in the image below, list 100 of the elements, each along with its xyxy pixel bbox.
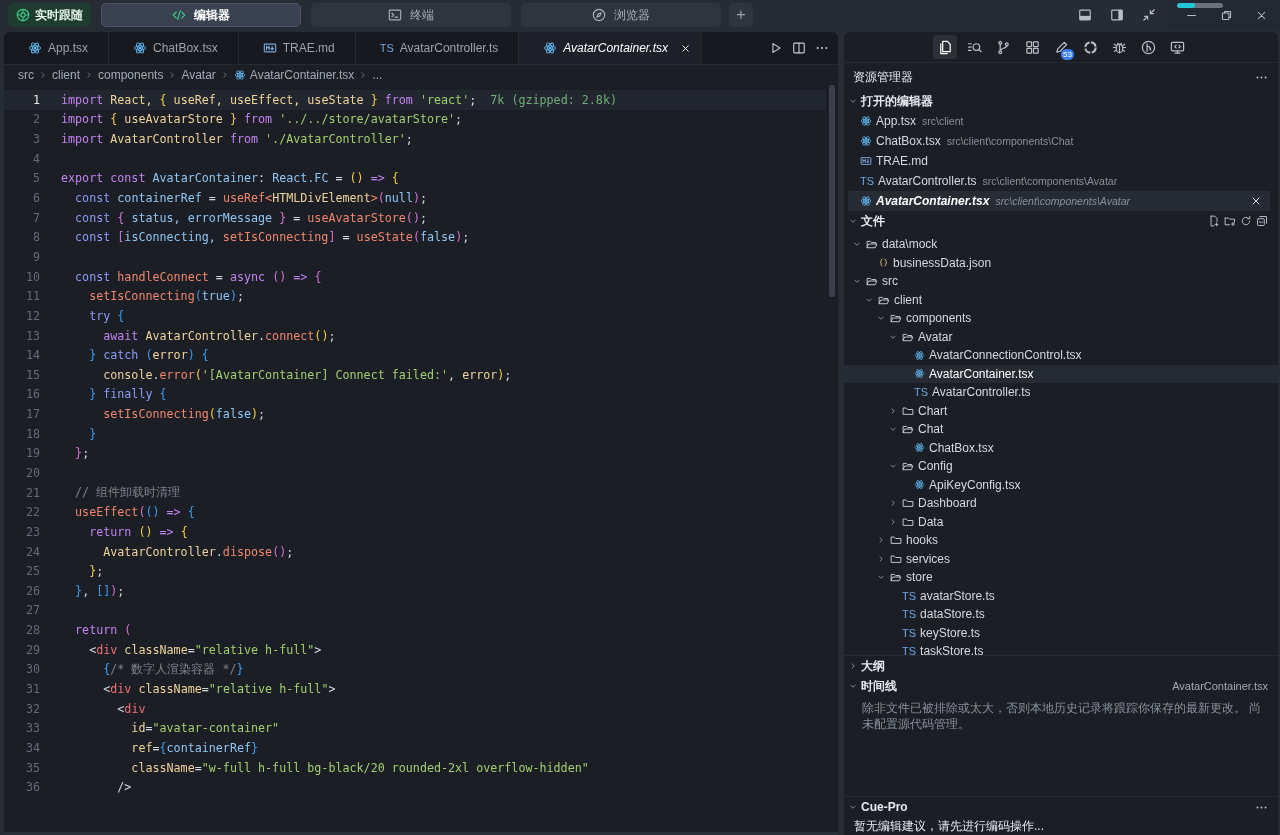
mode-tab[interactable]: 浏览器 (521, 3, 721, 27)
file-type-tag: TS (902, 589, 917, 602)
open-editor-item[interactable]: TS AvatarController.ts src\client\components\Avatar (848, 171, 1270, 191)
panel-right-icon[interactable] (1110, 8, 1124, 22)
tree-item[interactable]: data\mock (844, 235, 1278, 254)
editor-tab[interactable]: ChatBox.tsx (109, 32, 239, 64)
breadcrumb-item[interactable]: ... (372, 68, 383, 82)
tree-item[interactable]: TS avatarStore.ts (844, 586, 1278, 605)
tree-item[interactable]: AvatarConnectionControl.tsx (844, 346, 1278, 365)
panel-bottom-icon[interactable] (1078, 8, 1092, 22)
line-number: 24 (24, 544, 40, 559)
line-number: 26 (24, 583, 40, 598)
tree-item[interactable]: businessData.json (844, 253, 1278, 272)
breadcrumb-item[interactable]: client (52, 68, 80, 82)
open-editor-item[interactable]: TRAE.md (848, 151, 1270, 171)
section-header[interactable]: 打开的编辑器 (848, 92, 1268, 110)
tree-item[interactable]: AvatarContainer.tsx (844, 364, 1278, 383)
code-line: }; (74, 446, 90, 461)
line-number: 2 (31, 112, 40, 127)
line-number: 13 (24, 328, 40, 343)
breadcrumb-item[interactable]: components (98, 68, 164, 82)
tree-item[interactable]: TS AvatarController.ts (844, 383, 1278, 402)
tree-item[interactable]: Dashboard (844, 494, 1278, 513)
line-number: 20 (24, 466, 40, 480)
editor-tab[interactable]: TRAE.md (238, 32, 356, 64)
editor-tab[interactable]: App.tsx (4, 32, 110, 64)
code-line: const containerRef = useRef<HTMLDivElement>(null); (74, 191, 427, 205)
folder-icon (866, 238, 878, 251)
file-type-tag: TS (860, 175, 875, 187)
code-line: } (88, 426, 97, 441)
section-header[interactable]: 时间线 (848, 677, 1173, 695)
mode-tab[interactable]: 终端 (311, 3, 511, 27)
open-editor-item[interactable]: AvatarContainer.tsx src\client\components\Avatar (848, 191, 1270, 211)
tree-item[interactable]: Chat (844, 420, 1278, 439)
split-editor-icon[interactable] (792, 41, 806, 55)
tree-item[interactable]: services (844, 549, 1278, 568)
close-icon[interactable] (680, 42, 692, 54)
mode-tab[interactable]: 编辑器 (101, 3, 301, 27)
restore-icon[interactable] (1220, 8, 1233, 22)
folder-icon (890, 571, 902, 584)
code-line: // 组件卸载时清理 (74, 485, 181, 501)
line-number: 12 (24, 308, 40, 323)
markdown-icon (262, 41, 277, 55)
collapse-icon[interactable] (1142, 8, 1156, 22)
tree-item[interactable]: ChatBox.tsx (844, 438, 1278, 457)
tree-item[interactable]: TS dataStore.ts (844, 605, 1278, 624)
tree-item[interactable]: ApiKeyConfig.tsx (844, 475, 1278, 494)
line-number: 15 (24, 367, 40, 382)
tree-item[interactable]: TS taskStore.ts (844, 642, 1278, 655)
file-path: src\client (922, 115, 964, 127)
file-path: src\client\components\Avatar (982, 175, 1118, 187)
breadcrumb-item[interactable]: src (18, 68, 34, 82)
react-icon (914, 349, 925, 361)
tree-item[interactable]: client (844, 290, 1278, 309)
section-header[interactable]: 大纲 (848, 657, 1268, 675)
file-name: TRAE.md (876, 154, 928, 168)
scrollbar[interactable] (829, 85, 835, 297)
code-line: import { useAvatarStore } from '../../store/avatarStore'; (61, 112, 463, 127)
tree-item[interactable]: Config (844, 457, 1278, 476)
activity-tab[interactable]: 53 (1049, 35, 1073, 59)
close-icon[interactable] (1250, 195, 1262, 207)
tree-item[interactable]: components (844, 309, 1278, 328)
line-number: 14 (24, 348, 40, 363)
section-header[interactable]: 文件 (848, 212, 1208, 230)
line-number: 17 (24, 407, 40, 422)
code-line: try { (88, 308, 125, 323)
code-line: useEffect(() => { (74, 505, 195, 520)
code-line: import React, { useRef, useEffect, useState } from 'react'; 7k (gzipped: 2.8k) (61, 92, 617, 107)
count-badge: 53 (1061, 49, 1074, 60)
tree-item[interactable]: Chart (844, 401, 1278, 420)
tree-item[interactable]: TS keyStore.ts (844, 623, 1278, 642)
tree-item[interactable]: store (844, 568, 1278, 587)
run-icon[interactable] (769, 41, 783, 55)
code-line: <div className="relative h-full"> (102, 682, 336, 697)
line-number: 34 (24, 740, 40, 755)
open-editor-item[interactable]: ChatBox.tsx src\client\components\Chat (848, 131, 1270, 151)
new-folder-icon[interactable] (1224, 215, 1236, 227)
line-number: 3 (31, 132, 40, 147)
section-header[interactable]: Cue-Pro (848, 800, 1255, 814)
open-editor-item[interactable]: App.tsx src\client (848, 111, 1270, 131)
markdown-icon (860, 155, 872, 167)
code-line: AvatarController.dispose(); (102, 544, 294, 559)
file-name: ChatBox.tsx (876, 134, 941, 148)
tree-item[interactable]: hooks (844, 531, 1278, 550)
editor-tab[interactable]: AvatarContainer.tsx (519, 32, 703, 64)
collapse-all-icon[interactable] (1256, 215, 1268, 227)
tree-item[interactable]: src (844, 272, 1278, 291)
refresh-icon[interactable] (1240, 215, 1252, 227)
line-number: 19 (24, 446, 40, 461)
tree-item[interactable]: Avatar (844, 327, 1278, 346)
code-line: id="avatar-container" (130, 721, 280, 736)
line-number: 4 (31, 151, 40, 166)
add-tab-button[interactable]: + (729, 3, 753, 27)
line-number: 35 (24, 760, 40, 775)
breadcrumb-item[interactable]: AvatarContainer.tsx (233, 68, 355, 82)
breadcrumb-item[interactable]: Avatar (181, 68, 216, 82)
follow-button[interactable]: 实时跟随 (8, 3, 91, 27)
code-line: const [isConnecting, setIsConnecting] = useState(false); (74, 230, 470, 245)
new-file-icon[interactable] (1208, 215, 1220, 227)
tree-item[interactable]: Data (844, 512, 1278, 531)
